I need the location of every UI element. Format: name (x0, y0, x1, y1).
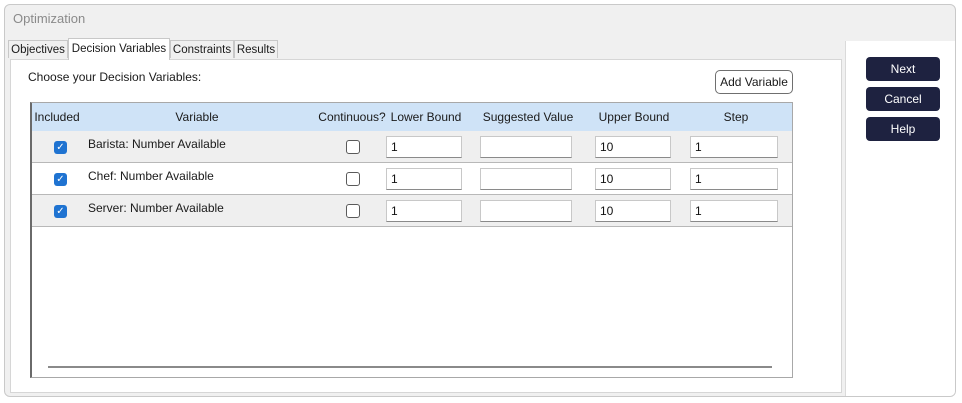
included-checkbox[interactable]: ✓ (54, 141, 67, 154)
step-input[interactable]: 1 (690, 136, 778, 158)
step-input[interactable]: 1 (690, 200, 778, 222)
choose-variables-label: Choose your Decision Variables: (28, 70, 202, 84)
horizontal-scrollbar[interactable] (48, 366, 772, 368)
table-row: ✓ Server: Number Available 1 10 1 (32, 195, 792, 227)
column-header-suggested-value: Suggested Value (482, 110, 574, 124)
upper-bound-input[interactable]: 10 (595, 168, 671, 190)
column-header-step: Step (723, 110, 749, 124)
optimization-window: Optimization Objectives Decision Variabl… (4, 4, 956, 397)
continuous-checkbox[interactable] (346, 140, 360, 154)
column-header-variable: Variable (175, 110, 219, 124)
included-checkbox[interactable]: ✓ (54, 173, 67, 186)
included-checkbox[interactable]: ✓ (54, 205, 67, 218)
help-button[interactable]: Help (866, 117, 940, 141)
step-input[interactable]: 1 (690, 168, 778, 190)
suggested-value-input[interactable] (480, 136, 572, 158)
column-header-lower-bound: Lower Bound (390, 110, 462, 124)
suggested-value-input[interactable] (480, 168, 572, 190)
column-header-included: Included (34, 110, 80, 124)
tab-constraints[interactable]: Constraints (170, 40, 234, 58)
continuous-checkbox[interactable] (346, 204, 360, 218)
lower-bound-input[interactable]: 1 (386, 200, 462, 222)
suggested-value-input[interactable] (480, 200, 572, 222)
table-row: ✓ Chef: Number Available 1 10 1 (32, 163, 792, 195)
tab-decision-variables[interactable]: Decision Variables (68, 38, 170, 60)
variable-name: Barista: Number Available (88, 137, 226, 151)
next-button[interactable]: Next (866, 57, 940, 81)
variable-name: Server: Number Available (88, 201, 224, 215)
upper-bound-input[interactable]: 10 (595, 136, 671, 158)
lower-bound-input[interactable]: 1 (386, 136, 462, 158)
cancel-button[interactable]: Cancel (866, 87, 940, 111)
table-row: ✓ Barista: Number Available 1 10 1 (32, 131, 792, 163)
tab-objectives[interactable]: Objectives (8, 40, 68, 58)
column-header-upper-bound: Upper Bound (598, 110, 670, 124)
upper-bound-input[interactable]: 10 (595, 200, 671, 222)
lower-bound-input[interactable]: 1 (386, 168, 462, 190)
add-variable-button[interactable]: Add Variable (715, 70, 793, 94)
variable-name: Chef: Number Available (88, 169, 214, 183)
continuous-checkbox[interactable] (346, 172, 360, 186)
window-title: Optimization (13, 11, 86, 26)
decision-variables-panel: Choose your Decision Variables: Add Vari… (10, 59, 842, 393)
tab-results[interactable]: Results (234, 40, 278, 58)
variables-grid: Included Variable Continuous? Lower Boun… (30, 102, 793, 378)
grid-header: Included Variable Continuous? Lower Boun… (32, 103, 792, 132)
column-header-continuous: Continuous? (318, 110, 386, 124)
